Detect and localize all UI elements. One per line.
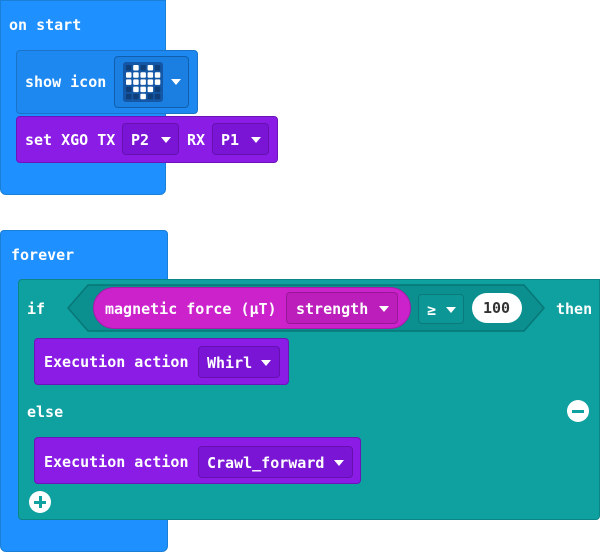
add-else-if-button[interactable] (29, 491, 51, 513)
led-pixel (147, 93, 154, 100)
led-pixel (126, 72, 132, 78)
led-pixel (140, 72, 146, 78)
led-pixel (154, 86, 161, 93)
then-action-label: Execution action (44, 353, 189, 371)
led-pixel (133, 65, 139, 71)
led-pixel (140, 65, 146, 71)
heart-icon (126, 65, 161, 100)
led-pixel (126, 86, 132, 93)
led-pixel (154, 79, 161, 85)
threshold-input[interactable]: 100 (472, 293, 522, 323)
icon-preview-grid (123, 62, 163, 102)
then-action-dropdown[interactable]: Whirl (198, 346, 280, 378)
forever-label: forever (11, 246, 75, 264)
led-pixel (154, 72, 161, 78)
led-pixel (126, 65, 132, 71)
led-pixel (147, 86, 154, 93)
else-action-label: Execution action (44, 453, 189, 471)
led-pixel (133, 72, 139, 78)
else-label: else (27, 403, 64, 421)
led-pixel (133, 79, 139, 85)
led-pixel (126, 79, 132, 85)
chevron-down-icon (446, 307, 456, 313)
else-action-dropdown[interactable]: Crawl_forward (198, 446, 353, 478)
strength-dropdown[interactable]: strength (286, 292, 398, 324)
tx-pin-dropdown[interactable]: P2 (122, 123, 179, 155)
rx-label: RX (187, 131, 206, 149)
chevron-down-icon (261, 360, 271, 366)
chevron-down-icon (161, 137, 171, 143)
else-action-value: Crawl_forward (207, 454, 325, 472)
tx-pin-value: P2 (131, 131, 150, 149)
chevron-down-icon (334, 460, 344, 466)
led-pixel (140, 86, 146, 93)
led-pixel (154, 93, 161, 100)
plus-icon-vertical (38, 496, 42, 508)
led-pixel (154, 65, 161, 71)
led-pixel (140, 93, 146, 100)
show-icon-label: show icon (25, 73, 107, 91)
chevron-down-icon (251, 137, 261, 143)
strength-value: strength (296, 300, 369, 318)
on-start-label: on start (9, 16, 82, 34)
threshold-value: 100 (483, 299, 511, 317)
minus-icon (572, 409, 584, 413)
led-pixel (133, 86, 139, 93)
chevron-down-icon (171, 79, 181, 85)
led-pixel (147, 79, 154, 85)
remove-else-button[interactable] (567, 400, 589, 422)
then-action-value: Whirl (207, 354, 253, 372)
chevron-down-icon (379, 306, 389, 312)
then-label: then (556, 300, 593, 318)
led-pixel (147, 65, 154, 71)
led-pixel (140, 79, 146, 85)
led-pixel (126, 93, 132, 100)
operator-value: ≥ (427, 301, 437, 319)
operator-dropdown[interactable]: ≥ (418, 294, 464, 324)
led-pixel (133, 93, 139, 100)
set-xgo-label: set XGO TX (25, 131, 116, 149)
rx-pin-dropdown[interactable]: P1 (212, 123, 269, 155)
icon-dropdown[interactable] (114, 56, 189, 108)
if-label: if (27, 300, 46, 318)
magnetic-force-label: magnetic force (µT) (105, 300, 277, 318)
led-pixel (147, 72, 154, 78)
rx-pin-value: P1 (221, 131, 240, 149)
